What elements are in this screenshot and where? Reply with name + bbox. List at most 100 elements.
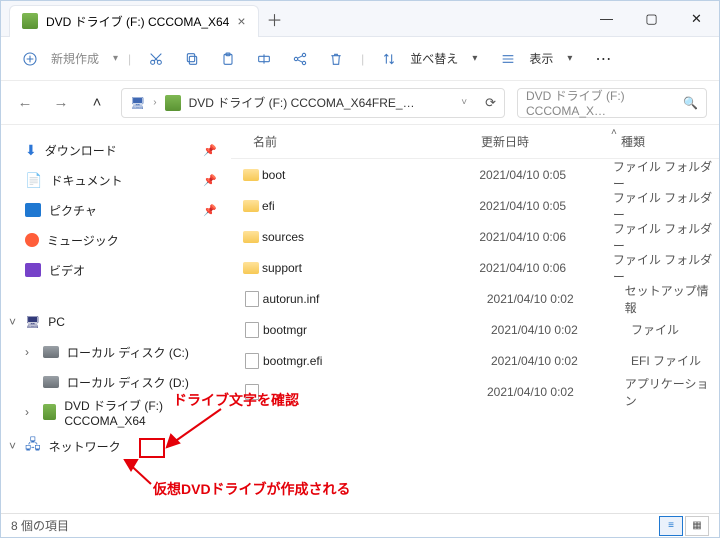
file-date: 2021/04/10 0:05 <box>479 168 612 182</box>
col-date[interactable]: 更新日時 <box>481 133 621 150</box>
paste-button[interactable] <box>213 44 243 74</box>
file-name: sources <box>262 230 479 244</box>
icons-view-button[interactable]: ▦ <box>685 516 709 536</box>
pin-icon[interactable]: 📌 <box>203 144 217 157</box>
file-name: boot <box>262 168 479 182</box>
file-row[interactable]: support2021/04/10 0:06ファイル フォルダー <box>231 252 719 283</box>
collapse-icon[interactable]: ˅ <box>9 439 16 453</box>
chevron-right-icon[interactable]: › <box>153 97 156 108</box>
sidebar-item-documents[interactable]: 📄ドキュメント📌 <box>7 165 225 195</box>
sidebar-item-videos[interactable]: ビデオ <box>7 255 225 285</box>
chevron-down-icon[interactable]: ▾ <box>472 53 477 64</box>
main: ⬇ダウンロード📌 📄ドキュメント📌 ピクチャ📌 ミュージック ビデオ ˅🖥PC … <box>1 125 719 513</box>
more-button[interactable]: ⋯ <box>588 44 618 74</box>
dvd-drive-icon <box>43 404 56 420</box>
sort-indicator-icon: ˄ <box>611 127 617 138</box>
up-button[interactable]: ˄ <box>85 94 109 111</box>
file-row[interactable]: bootmgr2021/04/10 0:02ファイル <box>231 314 719 345</box>
minimize-button[interactable]: ― <box>584 1 629 37</box>
file-date: 2021/04/10 0:02 <box>491 323 631 337</box>
address-bar[interactable]: 🖥 › DVD ドライブ (F:) CCCOMA_X64FRE_… ˅ ⟳ <box>121 88 505 118</box>
col-type[interactable]: 種類 <box>621 133 719 150</box>
chevron-down-icon[interactable]: ▾ <box>113 53 118 64</box>
share-button[interactable] <box>285 44 315 74</box>
delete-button[interactable] <box>321 44 351 74</box>
nav-row: ← → ˄ 🖥 › DVD ドライブ (F:) CCCOMA_X64FRE_… … <box>1 81 719 125</box>
new-button[interactable] <box>15 44 45 74</box>
cut-button[interactable] <box>141 44 171 74</box>
col-name[interactable]: 名前 <box>231 133 481 150</box>
close-button[interactable]: ✕ <box>674 1 719 37</box>
file-date: 2021/04/10 0:05 <box>479 199 612 213</box>
sidebar-item-music[interactable]: ミュージック <box>7 225 225 255</box>
sidebar-item-disk-c[interactable]: ›ローカル ディスク (C:) <box>7 337 225 367</box>
chevron-down-icon[interactable]: ˅ <box>461 97 467 108</box>
disk-icon <box>43 346 59 358</box>
file-row[interactable]: autorun.inf2021/04/10 0:02セットアップ情報 <box>231 283 719 314</box>
file-date: 2021/04/10 0:02 <box>487 292 625 306</box>
expand-icon[interactable]: › <box>25 345 29 359</box>
view-button[interactable] <box>493 44 523 74</box>
rename-button[interactable] <box>249 44 279 74</box>
maximize-button[interactable]: ▢ <box>629 1 674 37</box>
chevron-down-icon[interactable]: ▾ <box>567 53 572 64</box>
sort-button[interactable] <box>374 44 404 74</box>
file-type: ファイル フォルダー <box>613 189 719 223</box>
refresh-button[interactable]: ⟳ <box>485 95 496 111</box>
search-placeholder: DVD ドライブ (F:) CCCOMA_X… <box>526 87 683 118</box>
file-type: ファイル フォルダー <box>613 158 719 192</box>
sidebar-item-disk-d[interactable]: ローカル ディスク (D:) <box>7 367 225 397</box>
file-icon <box>245 353 259 369</box>
file-type: EFI ファイル <box>631 352 701 369</box>
folder-icon <box>243 262 259 274</box>
folder-icon <box>243 169 259 181</box>
download-icon: ⬇ <box>25 142 37 159</box>
toolbar: 新規作成 ▾ | | 並べ替え ▾ 表示 ▾ ⋯ <box>1 37 719 81</box>
file-name: support <box>262 261 479 275</box>
sidebar-item-downloads[interactable]: ⬇ダウンロード📌 <box>7 135 225 165</box>
file-name: autorun.inf <box>263 292 487 306</box>
file-type: ファイル フォルダー <box>613 251 719 285</box>
expand-icon[interactable]: › <box>25 405 29 419</box>
file-row[interactable]: sources2021/04/10 0:06ファイル フォルダー <box>231 221 719 252</box>
file-name: bootmgr.efi <box>263 354 491 368</box>
sidebar-item-pc[interactable]: ˅🖥PC <box>7 307 225 337</box>
details-view-button[interactable]: ≡ <box>659 516 683 536</box>
file-type: ファイル <box>631 321 679 338</box>
dvd-drive-icon <box>22 13 38 29</box>
pin-icon[interactable]: 📌 <box>203 204 217 217</box>
back-button[interactable]: ← <box>13 94 37 111</box>
sidebar-item-pictures[interactable]: ピクチャ📌 <box>7 195 225 225</box>
browser-tab[interactable]: DVD ドライブ (F:) CCCOMA_X64 × <box>9 5 259 37</box>
new-tab-button[interactable]: ＋ <box>267 7 283 31</box>
close-tab-icon[interactable]: × <box>237 13 245 29</box>
file-date: 2021/04/10 0:02 <box>491 354 631 368</box>
window-controls: ― ▢ ✕ <box>584 1 719 37</box>
dvd-drive-icon <box>165 95 181 111</box>
breadcrumb[interactable]: DVD ドライブ (F:) CCCOMA_X64FRE_… <box>189 94 415 111</box>
file-icon <box>245 384 259 400</box>
new-label: 新規作成 <box>51 50 99 67</box>
file-date: 2021/04/10 0:02 <box>487 385 625 399</box>
document-icon: 📄 <box>25 172 42 189</box>
video-icon <box>25 263 41 277</box>
search-input[interactable]: DVD ドライブ (F:) CCCOMA_X… 🔍 <box>517 88 707 118</box>
pin-icon[interactable]: 📌 <box>203 174 217 187</box>
titlebar: DVD ドライブ (F:) CCCOMA_X64 × ＋ ― ▢ ✕ <box>1 1 719 37</box>
file-row[interactable]: boot2021/04/10 0:05ファイル フォルダー <box>231 159 719 190</box>
file-icon <box>245 291 259 307</box>
file-row[interactable]: bootmgr.efi2021/04/10 0:02EFI ファイル <box>231 345 719 376</box>
file-row[interactable]: efi2021/04/10 0:05ファイル フォルダー <box>231 190 719 221</box>
sidebar-item-dvd-f[interactable]: ›DVD ドライブ (F:) CCCOMA_X64 <box>7 397 225 427</box>
file-icon <box>245 322 259 338</box>
copy-button[interactable] <box>177 44 207 74</box>
search-icon: 🔍 <box>683 96 698 110</box>
file-type: アプリケーション <box>625 375 719 409</box>
forward-button[interactable]: → <box>49 94 73 111</box>
network-icon: 🖧 <box>25 434 41 458</box>
file-row[interactable]: 2021/04/10 0:02アプリケーション <box>231 376 719 407</box>
file-name: efi <box>262 199 479 213</box>
collapse-icon[interactable]: ˅ <box>9 315 16 329</box>
sidebar-item-network[interactable]: ˅🖧ネットワーク <box>7 431 225 461</box>
item-count: 8 個の項目 <box>11 517 69 534</box>
